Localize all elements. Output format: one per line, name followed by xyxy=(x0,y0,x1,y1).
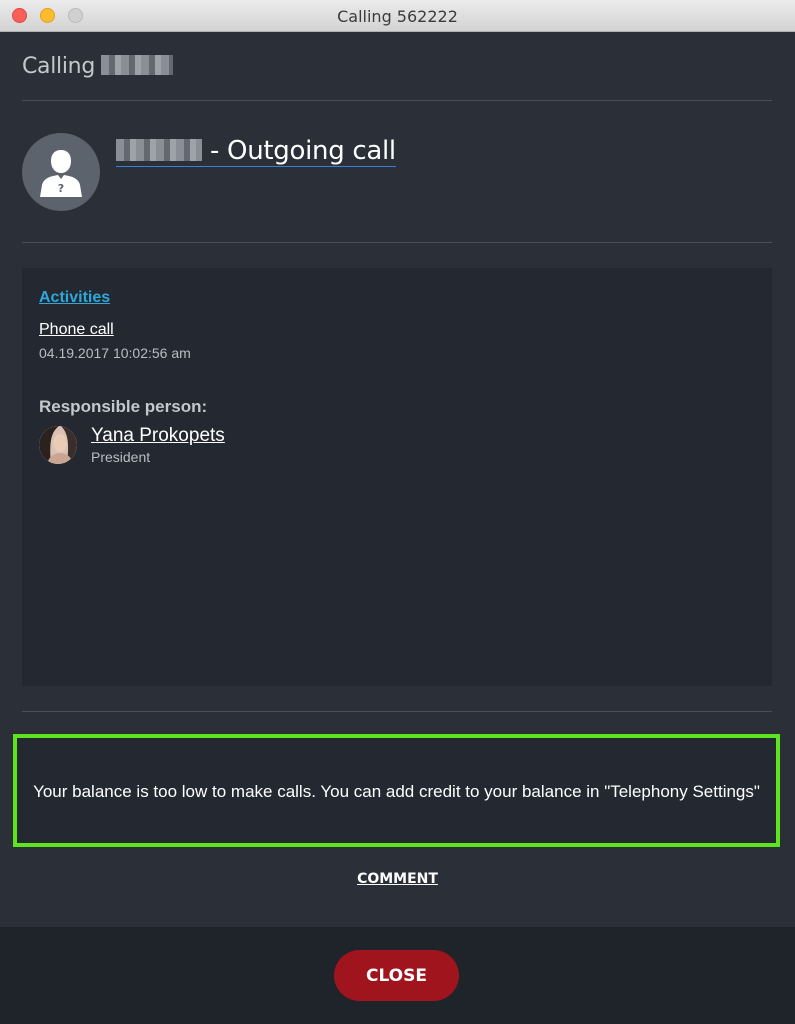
responsible-person-name[interactable]: Yana Prokopets xyxy=(91,425,225,447)
divider xyxy=(22,242,772,243)
redacted-contact-name xyxy=(116,138,202,161)
close-button[interactable]: CLOSE xyxy=(334,950,459,1001)
redacted-number xyxy=(101,55,173,75)
divider xyxy=(22,100,772,101)
responsible-person-label: Responsible person: xyxy=(39,397,208,416)
phone-call-link[interactable]: Phone call xyxy=(39,321,114,339)
calling-label: Calling xyxy=(22,54,95,79)
calling-header: Calling xyxy=(22,54,173,79)
svg-text:?: ? xyxy=(58,182,64,195)
low-balance-alert: Your balance is too low to make calls. Y… xyxy=(13,734,780,847)
contact-avatar: ? xyxy=(22,133,100,211)
divider xyxy=(22,711,772,712)
activities-panel: Activities Phone call 04.19.2017 10:02:5… xyxy=(22,268,772,686)
responsible-person-role: President xyxy=(91,449,151,465)
window-titlebar: Calling 562222 xyxy=(0,0,795,32)
call-timestamp: 04.19.2017 10:02:56 am xyxy=(39,345,191,361)
unknown-user-icon: ? xyxy=(40,150,82,197)
footer-bar: CLOSE xyxy=(0,927,795,1024)
comment-container: COMMENT xyxy=(0,870,795,888)
call-title[interactable]: - Outgoing call xyxy=(116,136,396,167)
person-photo-icon xyxy=(39,426,77,464)
window-title: Calling 562222 xyxy=(337,7,458,26)
call-title-text: - Outgoing call xyxy=(210,136,396,166)
activities-link[interactable]: Activities xyxy=(39,289,110,307)
responsible-person-avatar[interactable] xyxy=(39,426,77,464)
comment-link[interactable]: COMMENT xyxy=(357,871,438,887)
low-balance-message: Your balance is too low to make calls. Y… xyxy=(33,782,760,801)
